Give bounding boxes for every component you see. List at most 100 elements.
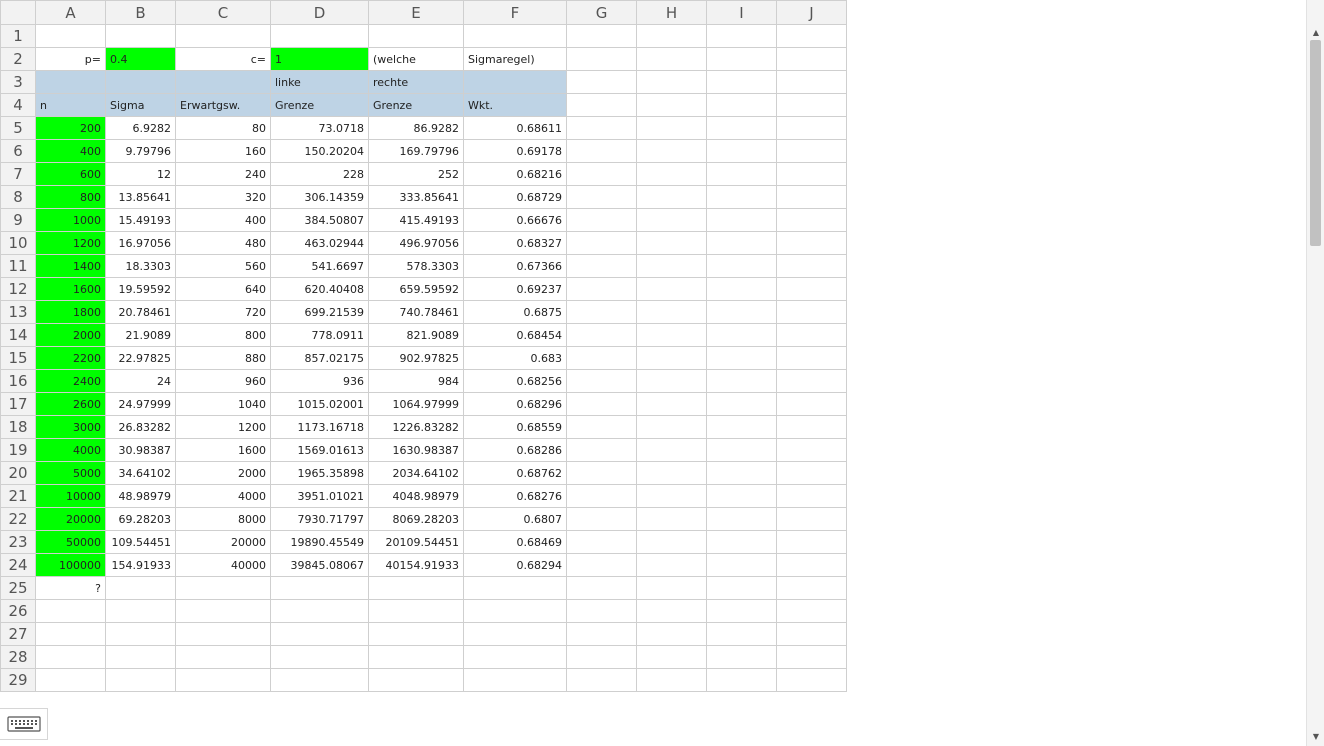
cell-h14[interactable] (636, 323, 707, 347)
row-header-21[interactable]: 21 (0, 484, 36, 508)
cell-g28[interactable] (566, 645, 637, 669)
cell-f29[interactable] (463, 668, 567, 692)
cell-e14[interactable]: 821.9089 (368, 323, 464, 347)
cell-f15[interactable]: 0.683 (463, 346, 567, 370)
cell-d29[interactable] (270, 668, 369, 692)
cell-d26[interactable] (270, 599, 369, 623)
cell-i4[interactable] (706, 93, 777, 117)
cell-j2[interactable] (776, 47, 847, 71)
row-header-7[interactable]: 7 (0, 162, 36, 186)
cell-e13[interactable]: 740.78461 (368, 300, 464, 324)
cell-a2[interactable]: p= (35, 47, 106, 71)
cell-f19[interactable]: 0.68286 (463, 438, 567, 462)
cell-e28[interactable] (368, 645, 464, 669)
cell-b2[interactable]: 0.4 (105, 47, 176, 71)
row-header-24[interactable]: 24 (0, 553, 36, 577)
cell-j12[interactable] (776, 277, 847, 301)
cell-e1[interactable] (368, 24, 464, 48)
row-header-28[interactable]: 28 (0, 645, 36, 669)
cell-j11[interactable] (776, 254, 847, 278)
cell-a9[interactable]: 1000 (35, 208, 106, 232)
cell-b10[interactable]: 16.97056 (105, 231, 176, 255)
column-header-g[interactable]: G (566, 0, 637, 25)
cell-c12[interactable]: 640 (175, 277, 271, 301)
cell-e20[interactable]: 2034.64102 (368, 461, 464, 485)
row-header-20[interactable]: 20 (0, 461, 36, 485)
cell-f7[interactable]: 0.68216 (463, 162, 567, 186)
cell-d4[interactable]: Grenze (270, 93, 369, 117)
cell-i8[interactable] (706, 185, 777, 209)
cell-f2[interactable]: Sigmaregel) (463, 47, 567, 71)
cell-g15[interactable] (566, 346, 637, 370)
cell-e10[interactable]: 496.97056 (368, 231, 464, 255)
cell-h1[interactable] (636, 24, 707, 48)
cell-b13[interactable]: 20.78461 (105, 300, 176, 324)
cell-f13[interactable]: 0.6875 (463, 300, 567, 324)
cell-c26[interactable] (175, 599, 271, 623)
cell-h23[interactable] (636, 530, 707, 554)
row-header-10[interactable]: 10 (0, 231, 36, 255)
cell-g4[interactable] (566, 93, 637, 117)
column-header-b[interactable]: B (105, 0, 176, 25)
cell-c20[interactable]: 2000 (175, 461, 271, 485)
cell-d11[interactable]: 541.6697 (270, 254, 369, 278)
cell-c16[interactable]: 960 (175, 369, 271, 393)
cell-f1[interactable] (463, 24, 567, 48)
row-header-2[interactable]: 2 (0, 47, 36, 71)
cell-i7[interactable] (706, 162, 777, 186)
cell-g5[interactable] (566, 116, 637, 140)
cell-i1[interactable] (706, 24, 777, 48)
cell-j24[interactable] (776, 553, 847, 577)
cell-g23[interactable] (566, 530, 637, 554)
cell-b27[interactable] (105, 622, 176, 646)
cell-h29[interactable] (636, 668, 707, 692)
cell-c27[interactable] (175, 622, 271, 646)
cell-j10[interactable] (776, 231, 847, 255)
cell-e3[interactable]: rechte (368, 70, 464, 94)
cell-h12[interactable] (636, 277, 707, 301)
cell-g3[interactable] (566, 70, 637, 94)
cell-f4[interactable]: Wkt. (463, 93, 567, 117)
cell-f26[interactable] (463, 599, 567, 623)
cell-h3[interactable] (636, 70, 707, 94)
cell-b15[interactable]: 22.97825 (105, 346, 176, 370)
cell-a18[interactable]: 3000 (35, 415, 106, 439)
cell-g17[interactable] (566, 392, 637, 416)
cell-f12[interactable]: 0.69237 (463, 277, 567, 301)
cell-a3[interactable] (35, 70, 106, 94)
cell-b19[interactable]: 30.98387 (105, 438, 176, 462)
cell-a27[interactable] (35, 622, 106, 646)
cell-b1[interactable] (105, 24, 176, 48)
cell-h20[interactable] (636, 461, 707, 485)
cell-d27[interactable] (270, 622, 369, 646)
cell-e8[interactable]: 333.85641 (368, 185, 464, 209)
cell-c13[interactable]: 720 (175, 300, 271, 324)
cell-j8[interactable] (776, 185, 847, 209)
cell-f20[interactable]: 0.68762 (463, 461, 567, 485)
cell-a8[interactable]: 800 (35, 185, 106, 209)
cell-f18[interactable]: 0.68559 (463, 415, 567, 439)
cell-a21[interactable]: 10000 (35, 484, 106, 508)
cell-g6[interactable] (566, 139, 637, 163)
cell-h8[interactable] (636, 185, 707, 209)
cell-h10[interactable] (636, 231, 707, 255)
cell-g7[interactable] (566, 162, 637, 186)
cell-f3[interactable] (463, 70, 567, 94)
cell-e29[interactable] (368, 668, 464, 692)
cell-h28[interactable] (636, 645, 707, 669)
cell-e17[interactable]: 1064.97999 (368, 392, 464, 416)
cell-d6[interactable]: 150.20204 (270, 139, 369, 163)
column-header-j[interactable]: J (776, 0, 847, 25)
cell-d2[interactable]: 1 (270, 47, 369, 71)
row-header-5[interactable]: 5 (0, 116, 36, 140)
row-header-26[interactable]: 26 (0, 599, 36, 623)
cell-d20[interactable]: 1965.35898 (270, 461, 369, 485)
cell-h6[interactable] (636, 139, 707, 163)
cell-c14[interactable]: 800 (175, 323, 271, 347)
cell-a10[interactable]: 1200 (35, 231, 106, 255)
cell-g22[interactable] (566, 507, 637, 531)
cell-i24[interactable] (706, 553, 777, 577)
cell-a24[interactable]: 100000 (35, 553, 106, 577)
cell-j5[interactable] (776, 116, 847, 140)
cell-i5[interactable] (706, 116, 777, 140)
